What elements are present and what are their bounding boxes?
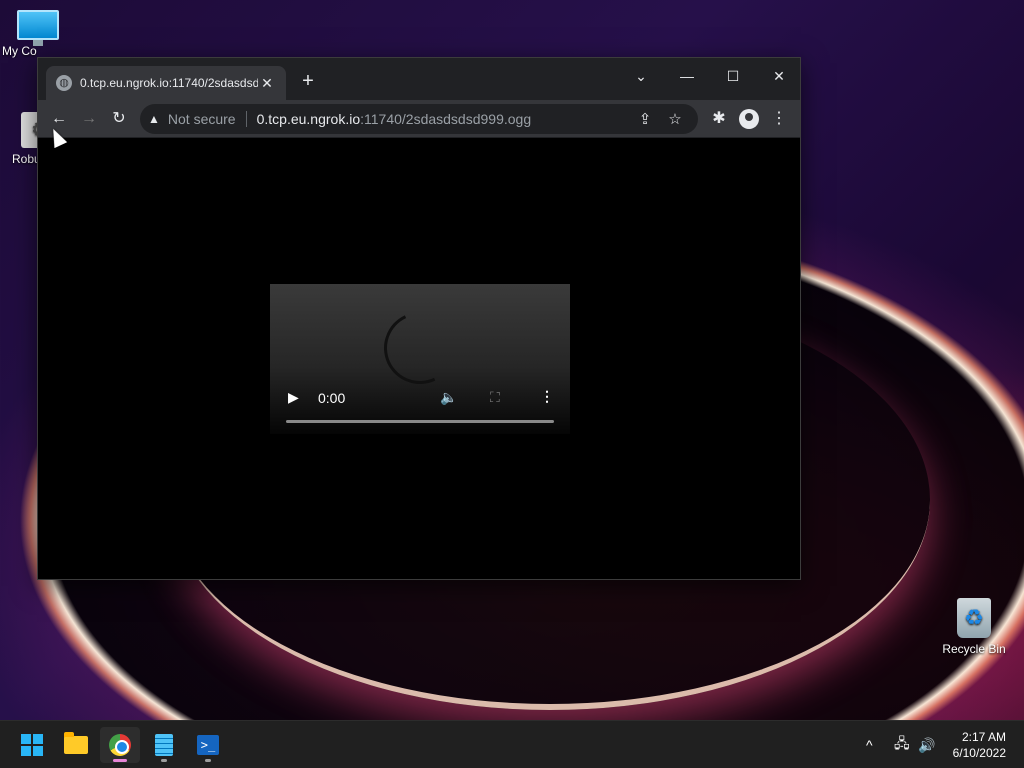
video-time: 0:00 — [318, 390, 346, 406]
video-progress-bar[interactable] — [286, 420, 554, 423]
maximize-button[interactable]: ☐ — [710, 62, 756, 90]
address-bar[interactable]: ▲ Not secure 0.tcp.eu.ngrok.io :11740/2s… — [140, 103, 698, 134]
play-button[interactable]: ▶ — [288, 389, 299, 406]
notepad-icon — [155, 734, 173, 756]
forward-button[interactable]: → — [74, 104, 104, 134]
volume-icon[interactable]: 🔈 — [440, 389, 457, 406]
clock-time: 2:17 AM — [961, 730, 1006, 744]
system-clock[interactable]: 2:17 AM 6/10/2022 — [953, 729, 1006, 761]
monitor-icon — [17, 10, 59, 46]
windows-logo-icon — [21, 734, 43, 756]
minimize-button[interactable]: — — [664, 62, 710, 90]
running-indicator — [161, 759, 167, 762]
desktop-icon-label: Recycle Bin — [942, 642, 1006, 656]
network-icon[interactable]: 🖧 — [894, 721, 910, 768]
tab-search-button[interactable]: ⌄ — [618, 62, 664, 90]
bookmark-star-icon[interactable]: ☆ — [660, 110, 690, 128]
desktop-icon-recycle-bin[interactable]: ♻ Recycle Bin — [938, 598, 1010, 656]
folder-icon — [64, 732, 88, 754]
active-indicator — [113, 759, 127, 762]
new-tab-button[interactable]: + — [296, 70, 320, 93]
browser-toolbar: ← → ↻ ▲ Not secure 0.tcp.eu.ngrok.io :11… — [38, 100, 800, 138]
profile-avatar[interactable] — [739, 108, 759, 129]
security-status[interactable]: Not secure — [168, 110, 247, 127]
share-icon[interactable]: ⇪ — [630, 110, 660, 128]
page-content: ▶ 0:00 🔈 ⛶ ⋮ — [38, 138, 800, 579]
video-player[interactable]: ▶ 0:00 🔈 ⛶ ⋮ — [270, 284, 570, 434]
fullscreen-icon[interactable]: ⛶ — [490, 389, 500, 406]
desktop-icon-my-computer[interactable]: My Co — [2, 10, 74, 58]
volume-icon[interactable]: 🔊 — [918, 721, 935, 768]
start-button[interactable] — [12, 727, 52, 763]
url-path: :11740/2sdasdsdsd999.ogg — [360, 110, 532, 127]
browser-menu-icon[interactable]: ⋮ — [764, 104, 794, 134]
taskbar: >_ ^ 🖧 🔊 2:17 AM 6/10/2022 — [0, 720, 1024, 768]
tray-overflow-chevron-icon[interactable]: ^ — [866, 721, 873, 768]
warning-icon[interactable]: ▲ — [148, 112, 160, 126]
reload-button[interactable]: ↻ — [104, 104, 134, 134]
globe-icon: ◍ — [56, 75, 72, 91]
taskbar-powershell[interactable]: >_ — [188, 727, 228, 763]
close-window-button[interactable]: ✕ — [756, 62, 802, 90]
desktop-icon-label: My Co — [2, 44, 37, 58]
recycle-bin-icon: ♻ — [957, 598, 991, 638]
clock-date: 6/10/2022 — [952, 746, 1006, 760]
close-tab-icon[interactable]: ✕ — [258, 75, 276, 92]
title-bar[interactable]: ◍ 0.tcp.eu.ngrok.io:11740/2sdasdsdsd999.… — [38, 58, 800, 100]
url-host: 0.tcp.eu.ngrok.io — [256, 110, 361, 127]
extensions-icon[interactable]: ✱ — [704, 104, 734, 134]
taskbar-notepad[interactable] — [144, 727, 184, 763]
browser-tab[interactable]: ◍ 0.tcp.eu.ngrok.io:11740/2sdasdsdsd999.… — [46, 66, 286, 100]
chrome-icon — [109, 734, 131, 756]
running-indicator — [205, 759, 211, 762]
video-more-icon[interactable]: ⋮ — [540, 388, 554, 405]
video-controls: ▶ 0:00 🔈 ⛶ ⋮ — [270, 374, 570, 434]
browser-window: ◍ 0.tcp.eu.ngrok.io:11740/2sdasdsdsd999.… — [37, 57, 801, 580]
tab-title: 0.tcp.eu.ngrok.io:11740/2sdasdsdsd999.og… — [80, 76, 258, 90]
powershell-icon: >_ — [197, 735, 219, 755]
taskbar-file-explorer[interactable] — [56, 727, 96, 763]
taskbar-chrome[interactable] — [100, 727, 140, 763]
